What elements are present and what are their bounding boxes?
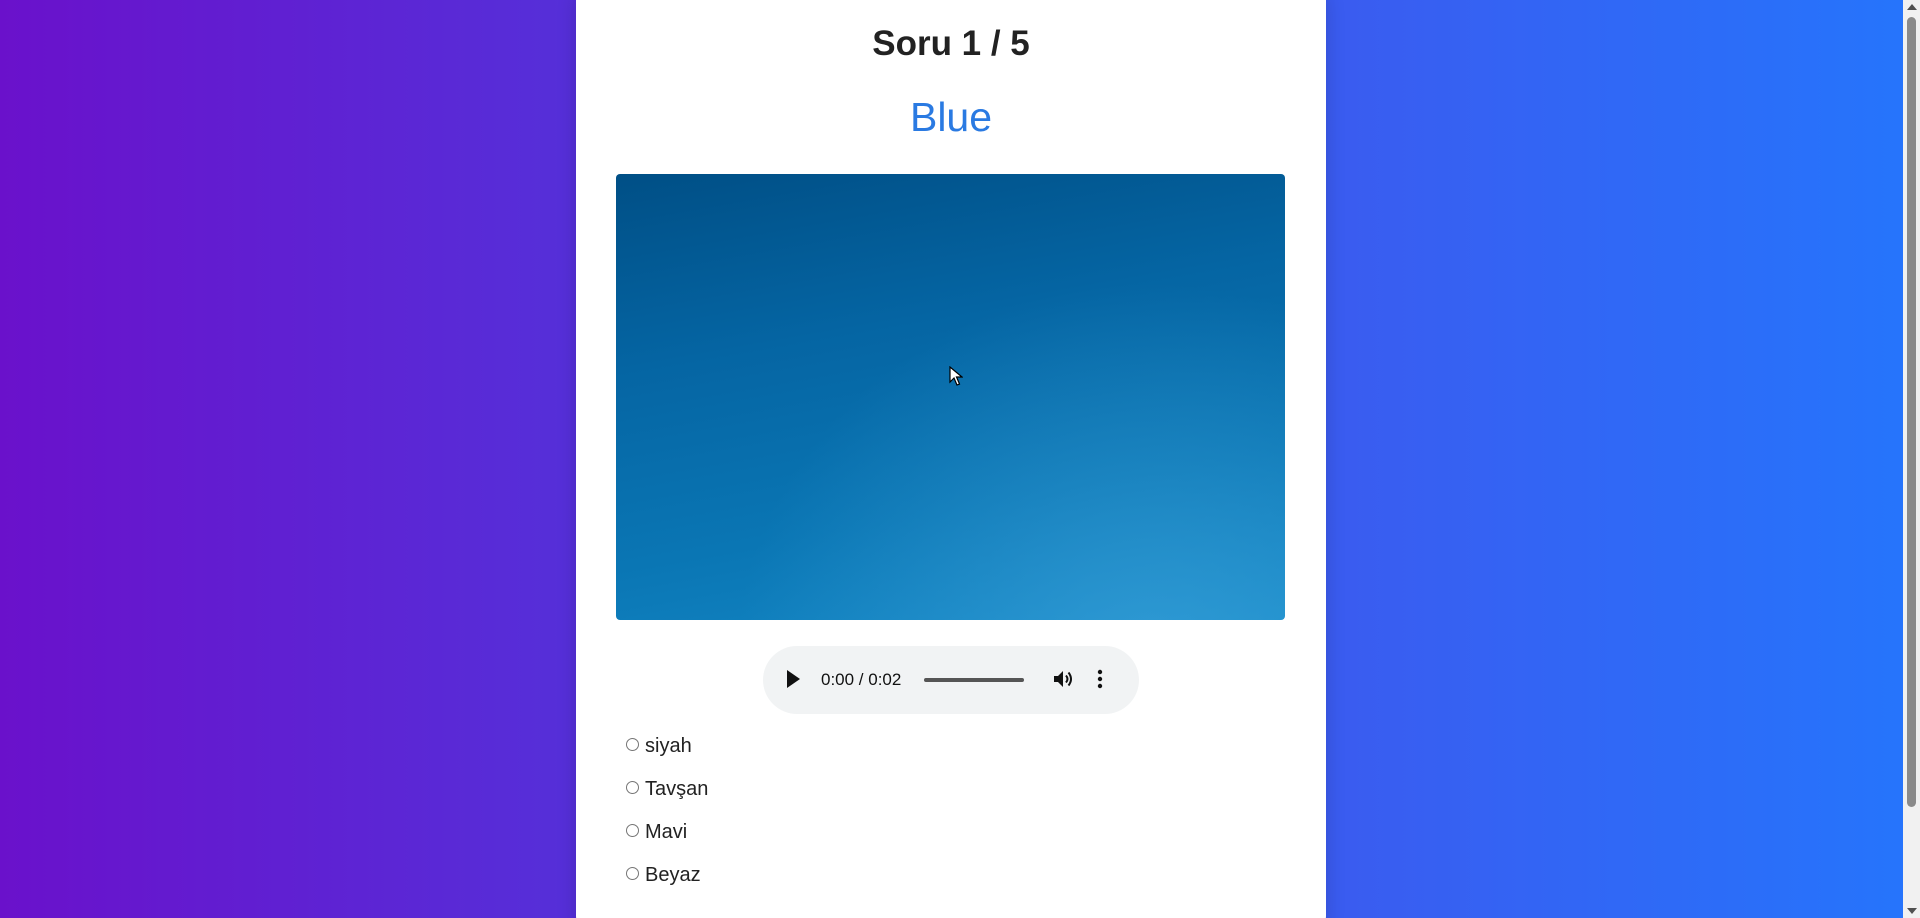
answer-options: siyah Tavşan Mavi Beyaz	[626, 734, 708, 906]
more-vert-icon[interactable]	[1093, 667, 1107, 691]
scroll-up-arrow-icon[interactable]	[1907, 4, 1917, 10]
radio-button[interactable]	[626, 867, 639, 880]
question-image	[616, 174, 1285, 620]
question-counter: Soru 1 / 5	[872, 24, 1030, 63]
audio-player[interactable]: 0:00 / 0:02	[763, 646, 1139, 714]
radio-button[interactable]	[626, 781, 639, 794]
scroll-down-arrow-icon[interactable]	[1907, 908, 1917, 914]
quiz-card: Soru 1 / 5 Blue 0:00 / 0:02 siyah Tavşan…	[576, 0, 1326, 918]
page-background: Soru 1 / 5 Blue 0:00 / 0:02 siyah Tavşan…	[0, 0, 1920, 918]
answer-option[interactable]: Tavşan	[626, 777, 708, 820]
audio-time: 0:00 / 0:02	[821, 670, 902, 689]
answer-option[interactable]: Beyaz	[626, 863, 708, 906]
mouse-cursor-icon	[949, 366, 963, 386]
question-word: Blue	[909, 94, 993, 140]
option-label: siyah	[645, 735, 692, 757]
radio-button[interactable]	[626, 824, 639, 837]
scroll-thumb[interactable]	[1907, 17, 1916, 807]
answer-option[interactable]: siyah	[626, 734, 708, 777]
option-label: Tavşan	[645, 778, 709, 800]
vertical-scrollbar[interactable]	[1903, 0, 1920, 918]
option-label: Mavi	[645, 821, 688, 843]
audio-progress-slider[interactable]	[924, 678, 1024, 682]
option-label: Beyaz	[645, 864, 701, 886]
volume-icon[interactable]	[1051, 667, 1075, 691]
answer-option[interactable]: Mavi	[626, 820, 708, 863]
radio-button[interactable]	[626, 738, 639, 751]
play-icon[interactable]	[787, 670, 800, 688]
